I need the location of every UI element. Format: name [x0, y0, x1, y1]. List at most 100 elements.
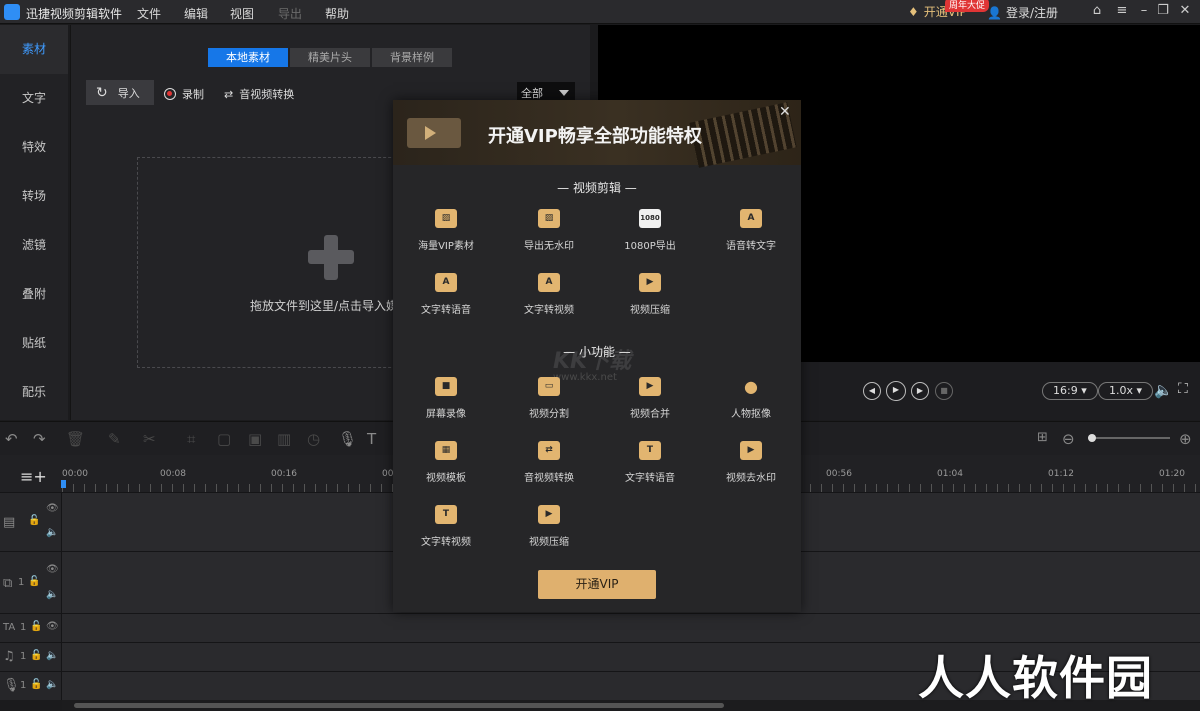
speed-value: 1.0x — [1109, 384, 1134, 397]
lock-icon[interactable]: 🔓 — [28, 515, 40, 526]
sidebar-item-music[interactable]: 配乐 — [0, 368, 68, 417]
menu-help[interactable]: 帮助 — [325, 5, 349, 22]
speaker-icon[interactable]: 🔈 — [46, 589, 58, 600]
close-icon[interactable]: ✕ — [1177, 3, 1193, 19]
eye-icon[interactable]: 👁 — [46, 621, 59, 632]
feature-label: 文字转视频 — [524, 305, 574, 316]
home-icon[interactable]: ⌂ — [1089, 3, 1105, 19]
lock-icon[interactable]: 🔓 — [30, 650, 42, 661]
speaker-icon[interactable]: 🔈 — [46, 527, 58, 538]
copy-icon[interactable]: ▢ — [217, 430, 231, 448]
zoom-slider[interactable] — [1088, 434, 1170, 442]
lock-icon[interactable]: 🔓 — [30, 679, 42, 690]
sidebar-item-filter[interactable]: 滤镜 — [0, 221, 68, 270]
sidebar-item-overlay[interactable]: 叠附 — [0, 270, 68, 319]
remove-watermark-icon: ▶ — [740, 441, 762, 460]
drop-hint: 拖放文件到这里/点击导入媒 — [250, 299, 399, 313]
zoom-out-icon[interactable]: ⊖ — [1062, 430, 1075, 448]
pip-track-count: 1 — [18, 577, 25, 588]
cut-icon[interactable]: ✂ — [143, 430, 156, 448]
mic-track-icon: 🎙 — [3, 678, 20, 693]
tts-icon: T — [639, 441, 661, 460]
ratio-value: 16:9 — [1053, 384, 1078, 397]
redo-icon[interactable]: ↷ — [33, 430, 46, 448]
export-image-icon: ▨ — [538, 209, 560, 228]
sidebar-item-sticker[interactable]: 贴纸 — [0, 319, 68, 368]
close-icon[interactable]: ✕ — [779, 104, 791, 120]
login-button[interactable]: 👤 登录/注册 — [987, 4, 1058, 21]
av-convert-button[interactable]: ⇄ 音视频转换 — [224, 86, 294, 102]
ruler-tick: 00:56 — [826, 469, 852, 479]
text-to-speech-icon: A — [435, 273, 457, 292]
clock-icon[interactable]: ◷ — [307, 430, 320, 448]
add-track-icon[interactable]: ≡+ — [20, 467, 47, 486]
speaker-icon[interactable]: 🔈 — [46, 679, 58, 690]
menu-file[interactable]: 文件 — [137, 5, 161, 22]
delete-icon[interactable]: 🗑 — [66, 430, 85, 448]
tab-background[interactable]: 背景样例 — [372, 48, 452, 67]
text-video-icon: T — [435, 505, 457, 524]
feature-text-to-speech: A 文字转语音 — [396, 273, 496, 316]
undo-icon[interactable]: ↶ — [5, 430, 18, 448]
text-track[interactable]: TA 1 🔓 👁 — [0, 613, 1200, 642]
maximize-icon[interactable]: ❐ — [1155, 3, 1171, 19]
audio-icon[interactable]: ▥ — [277, 430, 291, 448]
ratio-select[interactable]: 16:9 ▾ — [1042, 382, 1098, 400]
mosaic-icon[interactable]: ▣ — [248, 430, 262, 448]
split-icon: ▭ — [538, 377, 560, 396]
open-vip-dialog-button[interactable]: 开通VIP — [538, 570, 656, 599]
fullscreen-icon[interactable]: ⛶ — [1178, 381, 1188, 397]
import-button[interactable]: ↻ 导入 — [86, 80, 154, 105]
feature-text-to-video: A 文字转视频 — [499, 273, 599, 316]
voice-track-header: 🎙 1 🔓 🔈 — [0, 672, 62, 700]
eye-icon[interactable]: 👁 — [46, 503, 59, 514]
stop-icon[interactable]: ■ — [935, 382, 953, 400]
play-icon[interactable]: ▶ — [886, 381, 906, 401]
edit-icon[interactable]: ✎ — [108, 430, 121, 448]
mic-icon[interactable]: 🎙 — [338, 430, 357, 448]
speed-select[interactable]: 1.0x ▾ — [1098, 382, 1154, 400]
person-icon: ● — [744, 377, 758, 396]
text-track-header: TA 1 🔓 👁 — [0, 614, 62, 642]
text-tool-icon[interactable]: T — [367, 430, 376, 448]
vip-dialog-title: 开通VIP畅享全部功能特权 — [488, 126, 702, 147]
tab-intro[interactable]: 精美片头 — [290, 48, 370, 67]
menu-lines-icon[interactable]: ≡ — [1114, 3, 1130, 19]
feature-compress: ▶ 视频压缩 — [600, 273, 700, 316]
sidebar-item-effects[interactable]: 特效 — [0, 123, 68, 172]
chevron-down-icon — [559, 90, 569, 96]
tab-local-material[interactable]: 本地素材 — [208, 48, 288, 67]
feature-label: 视频去水印 — [726, 473, 776, 484]
feature-text-to-speech-2: T 文字转语音 — [600, 441, 700, 484]
feature-compress-2: ▶ 视频压缩 — [499, 505, 599, 548]
sidebar-item-text[interactable]: 文字 — [0, 74, 68, 123]
menu-export[interactable]: 导出 — [278, 5, 302, 22]
minimize-icon[interactable]: – — [1136, 3, 1152, 19]
lock-icon[interactable]: 🔓 — [28, 576, 40, 587]
feature-label: 视频压缩 — [529, 537, 569, 548]
menu-view[interactable]: 视图 — [230, 5, 254, 22]
menu-edit[interactable]: 编辑 — [184, 5, 208, 22]
prev-frame-icon[interactable]: ◀ — [863, 382, 881, 400]
next-frame-icon[interactable]: ▶ — [911, 382, 929, 400]
record-label: 录制 — [182, 88, 204, 101]
speaker-icon[interactable]: 🔈 — [46, 650, 58, 661]
zoom-in-icon[interactable]: ⊕ — [1179, 430, 1192, 448]
eye-icon[interactable]: 👁 — [46, 564, 59, 575]
sidebar-item-transition[interactable]: 转场 — [0, 172, 68, 221]
feature-label: 音视频转换 — [524, 473, 574, 484]
record-button[interactable]: 录制 — [164, 86, 204, 102]
feature-merge: ▶ 视频合并 — [600, 377, 700, 420]
crop-icon[interactable]: ⌗ — [187, 430, 195, 448]
scrollbar-thumb[interactable] — [74, 703, 724, 708]
feature-speech-to-text: A 语音转文字 — [701, 209, 801, 252]
sidebar-item-material[interactable]: 素材 — [0, 25, 68, 74]
fit-icon[interactable]: ⊞ — [1037, 430, 1048, 445]
feature-label: 屏幕录像 — [426, 409, 466, 420]
import-icon: ↻ — [96, 84, 108, 101]
ruler-tick: 01:04 — [937, 469, 963, 479]
volume-icon[interactable]: 🔈 — [1154, 381, 1173, 399]
zoom-slider-thumb[interactable] — [1088, 434, 1096, 442]
lock-icon[interactable]: 🔓 — [30, 621, 42, 632]
playhead[interactable] — [61, 480, 66, 488]
